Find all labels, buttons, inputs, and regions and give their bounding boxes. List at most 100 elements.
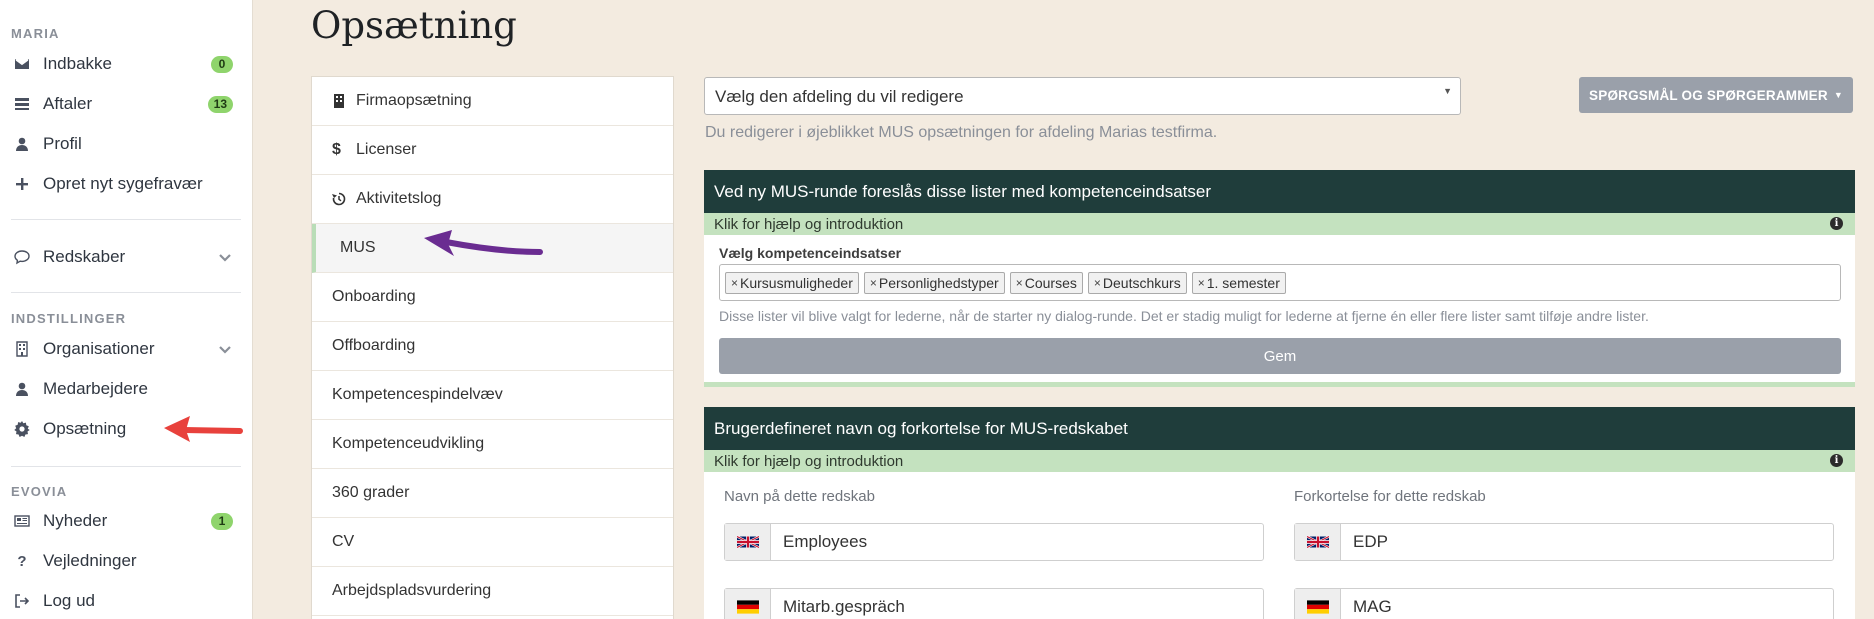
germany-flag-icon: [725, 589, 771, 619]
tag-label: Deutschkurs: [1102, 274, 1181, 291]
remove-tag-icon[interactable]: ×: [1198, 276, 1205, 290]
editing-info-text: Du redigerer i øjeblikket MUS opsætninge…: [705, 124, 1218, 141]
sidebar-item-new-absence[interactable]: Opret nyt sygefravær: [11, 167, 241, 201]
department-select[interactable]: Vælg den afdeling du vil redigere ▼: [704, 77, 1461, 115]
tag[interactable]: × Kursusmuligheder: [725, 271, 859, 294]
menu-item-label: Licenser: [356, 141, 417, 158]
section-evovia: EVOVIA: [11, 484, 68, 499]
menu-item-licenses[interactable]: $ Licenser: [312, 126, 673, 175]
sidebar-item-employees[interactable]: Medarbejdere: [11, 372, 241, 406]
remove-tag-icon[interactable]: ×: [731, 276, 738, 290]
plus-icon: [11, 174, 33, 194]
competence-field-label: Vælg kompetenceindsatser: [719, 245, 902, 261]
sidebar-item-label: Indbakke: [43, 54, 112, 73]
gear-icon: [11, 419, 33, 439]
department-select-value: Vælg den afdeling du vil redigere: [715, 87, 964, 106]
sidebar-item-label: Organisationer: [43, 339, 155, 358]
menu-item-competence-development[interactable]: Kompetenceudvikling: [312, 420, 673, 469]
input-value: MAG: [1353, 597, 1392, 616]
sidebar-item-logout[interactable]: Log ud: [11, 584, 241, 618]
sidebar-item-label: Opret nyt sygefravær: [43, 174, 203, 193]
germany-flag-icon: [1295, 589, 1341, 619]
tool-name-german-input[interactable]: Mitarb.gespräch: [724, 588, 1264, 619]
menu-item-company-setup[interactable]: Firmaopsætning: [312, 77, 673, 126]
remove-tag-icon[interactable]: ×: [1094, 276, 1101, 290]
sidebar-item-tools[interactable]: Redskaber: [11, 240, 241, 274]
menu-item-activity-log[interactable]: Aktivitetslog: [312, 175, 673, 224]
tool-abbreviation-english-input[interactable]: EDP: [1294, 523, 1834, 561]
caret-down-icon: ▼: [1833, 90, 1843, 100]
chat-icon: [11, 247, 33, 267]
input-value: Mitarb.gespräch: [783, 597, 905, 616]
menu-item-offboarding[interactable]: Offboarding: [312, 322, 673, 371]
newspaper-icon: [11, 511, 33, 531]
tool-abbreviation-label: Forkortelse for dette redskab: [1294, 488, 1486, 505]
settings-menu: Firmaopsætning $ Licenser Aktivitetslog …: [311, 76, 674, 619]
menu-item-label: Offboarding: [332, 337, 416, 354]
menu-item-360-degrees[interactable]: 360 grader: [312, 469, 673, 518]
logout-icon: [11, 591, 33, 611]
sidebar-item-organisations[interactable]: Organisationer: [11, 332, 241, 366]
help-toggle[interactable]: Klik for hjælp og introduktion i: [704, 213, 1855, 235]
sidebar-item-inbox[interactable]: Indbakke 0: [11, 47, 241, 81]
sidebar-item-label: Log ud: [43, 591, 95, 610]
panel-heading: Brugerdefineret navn og forkortelse for …: [704, 407, 1855, 450]
menu-item-competence-web[interactable]: Kompetencespindelvæv: [312, 371, 673, 420]
competence-tag-input[interactable]: × Kursusmuligheder × Personlighedstyper × C…: [719, 264, 1841, 301]
tag[interactable]: × Personlighedstyper: [863, 271, 1005, 294]
chevron-down-icon: [217, 249, 233, 265]
tool-abbreviation-german-input[interactable]: MAG: [1294, 588, 1834, 619]
building-icon: [11, 339, 33, 359]
tag-label: 1. semester: [1206, 274, 1280, 291]
tag-label: Courses: [1024, 274, 1077, 291]
menu-item-workplace-assessment[interactable]: Arbejdspladsvurdering: [312, 567, 673, 616]
sidebar-item-label: Opsætning: [43, 419, 127, 438]
sidebar-divider: [11, 292, 241, 293]
chevron-down-icon: [217, 341, 233, 357]
remove-tag-icon[interactable]: ×: [870, 276, 877, 290]
save-button[interactable]: Gem: [719, 338, 1841, 374]
info-icon: i: [1830, 217, 1843, 230]
questions-dropdown-button[interactable]: SPØRGSMÅL OG SPØRGERAMMER ▼: [1579, 77, 1853, 113]
tag[interactable]: × 1. semester: [1191, 271, 1286, 294]
tag[interactable]: × Deutschkurs: [1087, 271, 1187, 294]
sidebar-item-appointments[interactable]: Aftaler 13: [11, 87, 241, 121]
tool-name-english-input[interactable]: Employees: [724, 523, 1264, 561]
sidebar: MARIA Indbakke 0 Aftaler 13 Profil Opret…: [0, 0, 253, 619]
building-icon: [332, 94, 350, 108]
sidebar-item-label: Aftaler: [43, 94, 93, 113]
uk-flag-icon: [1295, 524, 1341, 560]
menu-item-cv[interactable]: CV: [312, 518, 673, 567]
sidebar-item-profile[interactable]: Profil: [11, 127, 241, 161]
red-arrow-annotation: [164, 416, 243, 442]
sidebar-item-guides[interactable]: ? Vejledninger: [11, 544, 241, 578]
tool-name-label: Navn på dette redskab: [724, 488, 875, 505]
remove-tag-icon[interactable]: ×: [1016, 276, 1023, 290]
menu-item-label: Arbejdspladsvurdering: [332, 582, 492, 599]
list-icon: [11, 94, 33, 114]
competence-hint-text: Disse lister vil blive valgt for lederne…: [719, 308, 1649, 324]
menu-item-label: CV: [332, 533, 355, 550]
news-count-badge: 1: [211, 512, 233, 530]
input-value: EDP: [1353, 532, 1388, 551]
section-maria: MARIA: [11, 26, 60, 41]
menu-item-onboarding[interactable]: Onboarding: [312, 273, 673, 322]
question-icon: ?: [17, 552, 27, 570]
menu-item-label: MUS: [340, 239, 376, 256]
help-toggle-label: Klik for hjælp og introduktion: [714, 215, 904, 233]
mus-competence-panel: Ved ny MUS-runde foreslås disse lister m…: [704, 170, 1855, 387]
tag-label: Personlighedstyper: [878, 274, 999, 291]
sidebar-item-label: Vejledninger: [43, 551, 137, 570]
inbox-count-badge: 0: [211, 55, 233, 73]
user-icon: [11, 379, 33, 399]
custom-name-panel: Brugerdefineret navn og forkortelse for …: [704, 407, 1855, 619]
menu-item-label: 360 grader: [332, 484, 410, 501]
help-toggle[interactable]: Klik for hjælp og introduktion i: [704, 450, 1855, 472]
sidebar-divider: [11, 466, 241, 467]
user-icon: [11, 134, 33, 154]
questions-button-label: SPØRGSMÅL OG SPØRGERAMMER: [1589, 87, 1828, 103]
page-title: Opsætning: [311, 4, 517, 47]
uk-flag-icon: [725, 524, 771, 560]
sidebar-item-news[interactable]: Nyheder 1: [11, 504, 241, 538]
tag[interactable]: × Courses: [1009, 271, 1083, 294]
